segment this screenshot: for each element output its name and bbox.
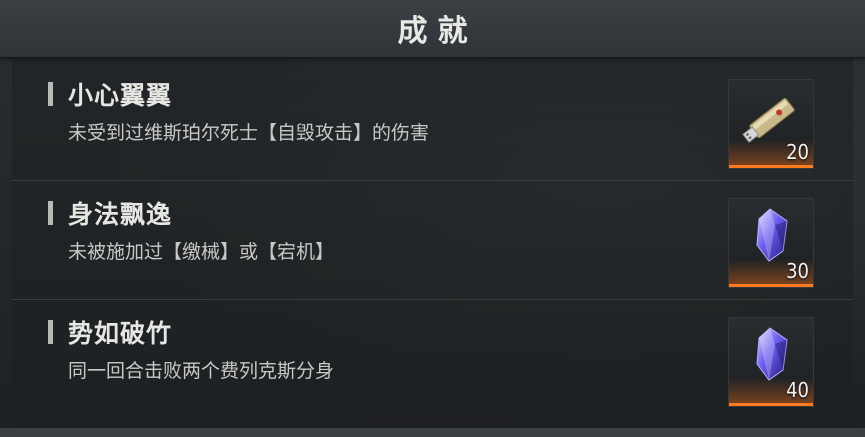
achievement-row: 势如破竹 同一回合击败两个费列克斯分身 40 (12, 299, 853, 418)
achievement-description: 未受到过维斯珀尔死士【自毁攻击】的伤害 (68, 122, 430, 144)
reward-accent-line (729, 165, 813, 168)
purple-crystal-icon (756, 327, 788, 381)
page-title: 成就 (397, 14, 478, 49)
achievement-description: 同一回合击败两个费列克斯分身 (68, 360, 335, 382)
reward-accent-line (729, 284, 813, 287)
reward-accent-line (729, 403, 813, 406)
reward-item[interactable]: 30 (728, 198, 814, 288)
row-accent-bar (48, 320, 53, 344)
achievement-title: 小心翼翼 (68, 81, 173, 110)
reward-count: 40 (786, 378, 809, 402)
bottom-strip (0, 428, 865, 437)
achievement-row: 小心翼翼 未受到过维斯珀尔死士【自毁攻击】的伤害 20 (12, 61, 853, 180)
reward-item[interactable]: 20 (728, 79, 814, 169)
header-bar: 成就 (0, 0, 865, 58)
achievement-row: 身法飘逸 未被施加过【缴械】或【宕机】 30 (12, 180, 853, 299)
purple-crystal-icon (756, 208, 788, 262)
achievement-title: 势如破竹 (68, 319, 173, 348)
usb-drive-icon (742, 97, 795, 143)
reward-count: 20 (786, 140, 809, 164)
reward-item[interactable]: 40 (728, 317, 814, 407)
row-accent-bar (48, 201, 53, 225)
achievement-description: 未被施加过【缴械】或【宕机】 (68, 241, 335, 263)
row-accent-bar (48, 82, 53, 106)
reward-count: 30 (786, 259, 809, 283)
achievement-title: 身法飘逸 (68, 200, 173, 229)
